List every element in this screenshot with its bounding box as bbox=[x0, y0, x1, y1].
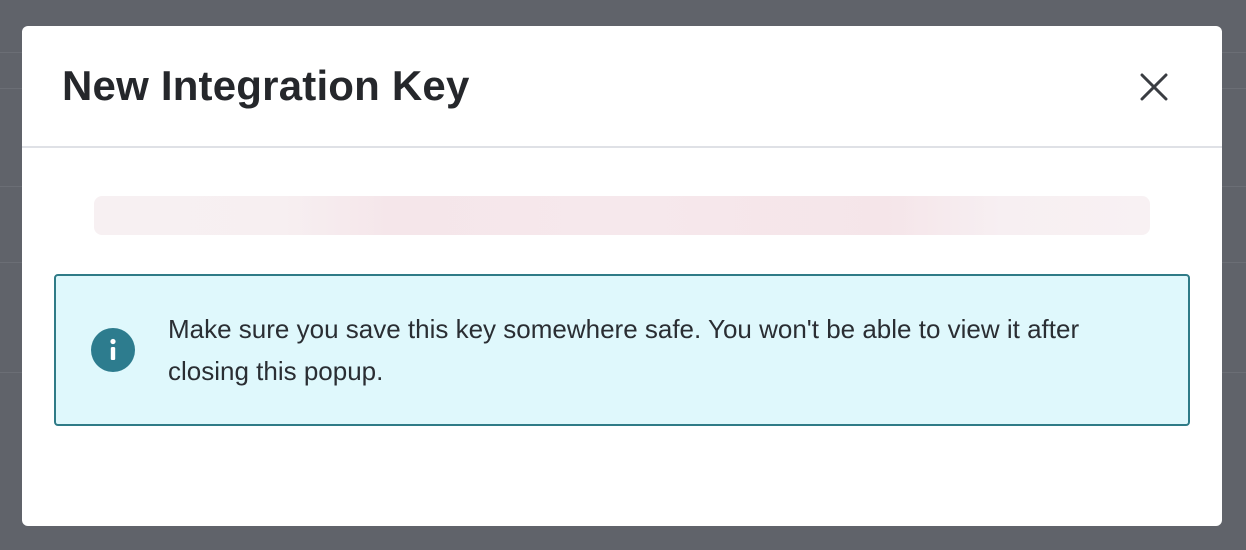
new-integration-key-modal: New Integration Key Make sure you save t… bbox=[22, 26, 1222, 526]
modal-header: New Integration Key bbox=[22, 26, 1222, 148]
info-alert: Make sure you save this key somewhere sa… bbox=[54, 274, 1190, 426]
modal-title: New Integration Key bbox=[62, 62, 470, 109]
integration-key-field[interactable] bbox=[94, 196, 1150, 235]
info-icon bbox=[91, 328, 135, 372]
close-button[interactable] bbox=[1133, 66, 1175, 108]
close-icon bbox=[1140, 73, 1168, 101]
alert-message: Make sure you save this key somewhere sa… bbox=[168, 314, 1080, 386]
